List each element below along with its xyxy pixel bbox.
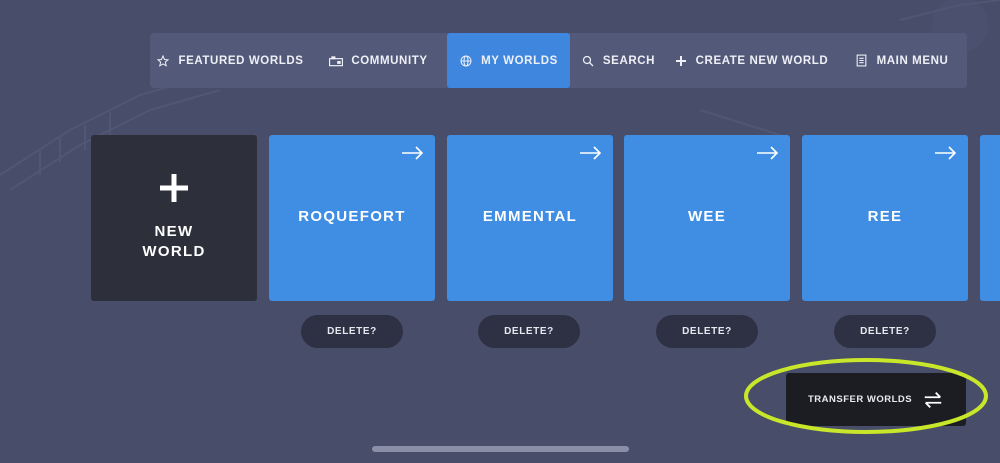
new-world-label-line2: WORLD bbox=[142, 243, 206, 260]
world-name: WEE bbox=[687, 208, 727, 225]
world-name: ROQUEFORT bbox=[298, 208, 406, 225]
tab-create-new-world[interactable]: CREATE NEW WORLD bbox=[666, 33, 836, 88]
tab-featured-worlds-label: FEATURED WORLDS bbox=[178, 54, 304, 67]
arrow-right-icon bbox=[935, 146, 957, 160]
plus-icon bbox=[160, 174, 188, 202]
delete-world-button[interactable]: DELETE? bbox=[478, 315, 580, 348]
new-world-label-line1: NEW bbox=[154, 223, 194, 240]
tab-create-new-world-label: CREATE NEW WORLD bbox=[695, 54, 829, 67]
tab-my-worlds-label: MY WORLDS bbox=[481, 54, 558, 67]
transfer-worlds-button[interactable]: TRANSFER WORLDS bbox=[786, 373, 966, 426]
arrow-right-icon bbox=[402, 146, 424, 160]
new-world-card[interactable]: NEW WORLD bbox=[91, 135, 257, 301]
tab-search-label: SEARCH bbox=[602, 54, 656, 67]
tab-my-worlds[interactable]: MY WORLDS bbox=[447, 33, 570, 88]
world-name: REE bbox=[867, 208, 903, 225]
tab-search[interactable]: SEARCH bbox=[570, 33, 666, 88]
star-icon bbox=[156, 54, 170, 68]
tab-main-menu-label: MAIN MENU bbox=[876, 54, 949, 67]
world-card-emmental[interactable]: EMMENTAL bbox=[447, 135, 613, 301]
delete-world-button[interactable]: DELETE? bbox=[834, 315, 936, 348]
tab-main-menu[interactable]: MAIN MENU bbox=[836, 33, 967, 88]
menu-icon bbox=[855, 54, 869, 68]
delete-world-button[interactable]: DELETE? bbox=[301, 315, 403, 348]
arrow-right-icon bbox=[580, 146, 602, 160]
world-card-wee[interactable]: WEE bbox=[624, 135, 790, 301]
transfer-arrows-icon bbox=[924, 392, 942, 408]
tab-community-label: COMMUNITY bbox=[351, 54, 428, 67]
top-navigation: FEATURED WORLDS COMMUNITY MY WORLDS SEAR… bbox=[150, 33, 967, 88]
tab-featured-worlds[interactable]: FEATURED WORLDS bbox=[150, 33, 310, 88]
community-icon bbox=[329, 54, 344, 68]
new-world-label: NEW WORLD bbox=[91, 222, 257, 262]
transfer-worlds-label: TRANSFER WORLDS bbox=[808, 394, 913, 405]
world-card-roquefort[interactable]: ROQUEFORT bbox=[269, 135, 435, 301]
home-indicator-bar[interactable] bbox=[372, 446, 629, 452]
next-world-card-peek[interactable] bbox=[980, 135, 1000, 301]
world-name: EMMENTAL bbox=[482, 208, 578, 225]
globe-icon bbox=[459, 54, 473, 68]
world-card-ree[interactable]: REE bbox=[802, 135, 968, 301]
search-icon bbox=[581, 54, 595, 68]
delete-world-button[interactable]: DELETE? bbox=[656, 315, 758, 348]
plus-icon bbox=[674, 54, 688, 68]
tab-community[interactable]: COMMUNITY bbox=[310, 33, 447, 88]
arrow-right-icon bbox=[757, 146, 779, 160]
